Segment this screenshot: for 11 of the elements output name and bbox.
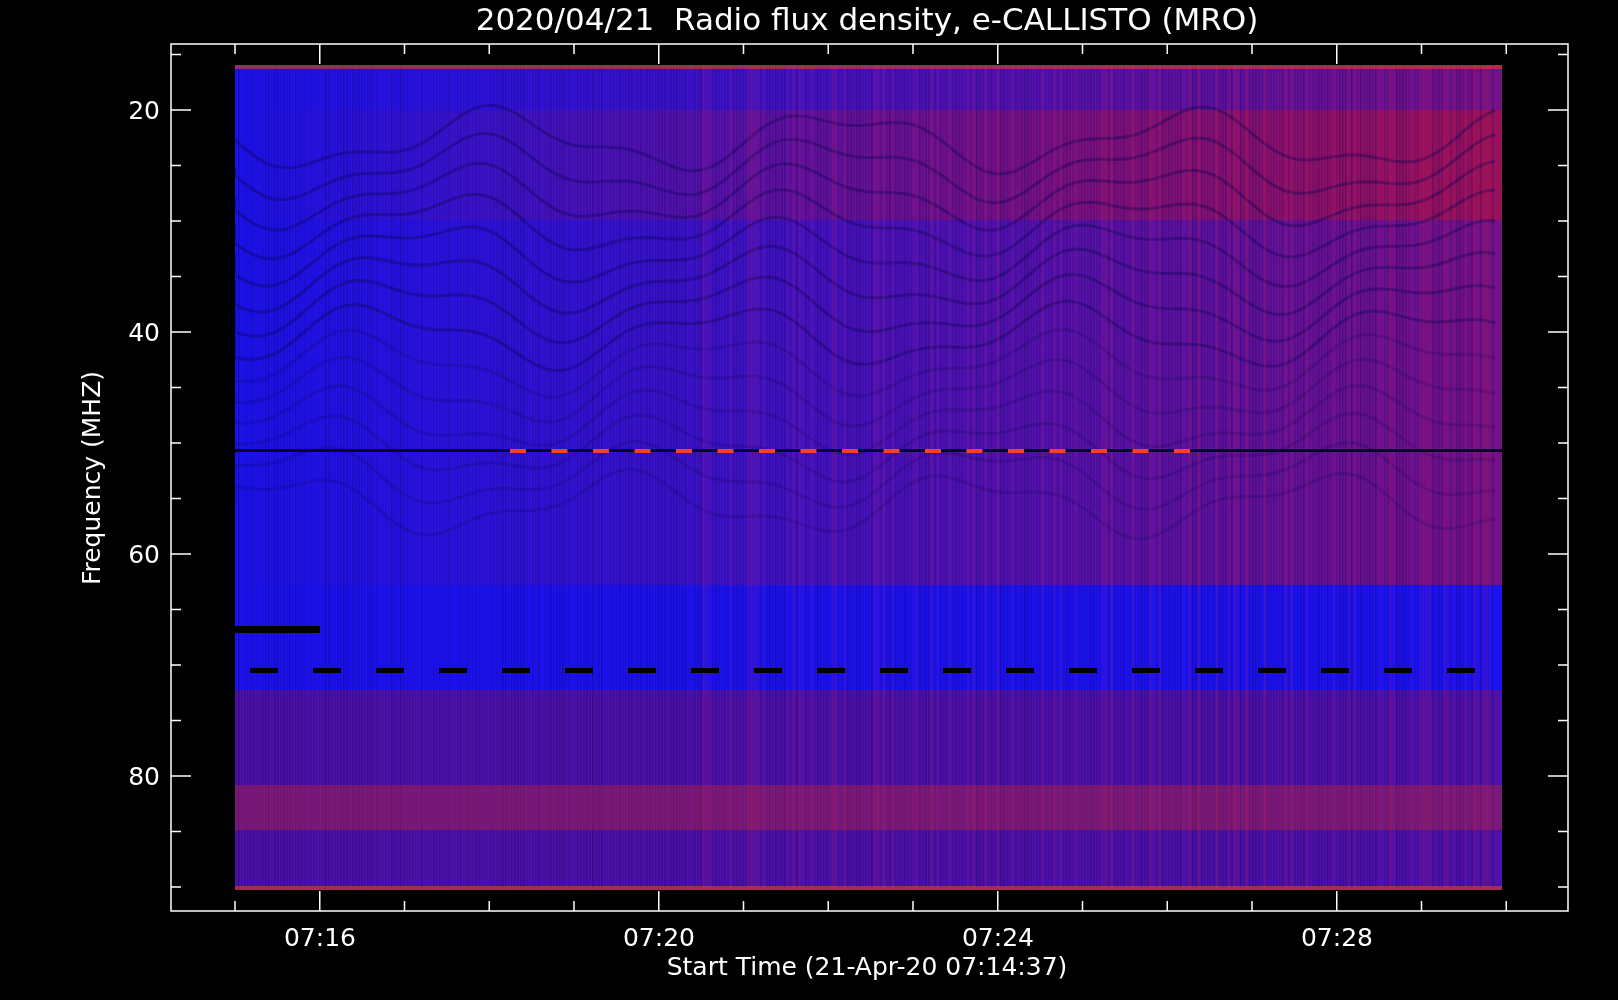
y-tick-label: 40 <box>128 318 160 347</box>
x-tick-label: 07:24 <box>962 923 1034 952</box>
chart-title: 2020/04/21 Radio flux density, e-CALLISTO (MRO) <box>475 1 1259 37</box>
x-tick-label: 07:28 <box>1301 923 1373 952</box>
x-axis-label: Start Time (21-Apr-20 07:14:37) <box>666 952 1068 981</box>
x-tick-label: 07:20 <box>623 923 695 952</box>
y-axis-label: Frequency (MHZ) <box>77 370 106 586</box>
y-tick-label: 80 <box>128 762 160 791</box>
y-tick-label: 60 <box>128 540 160 569</box>
y-tick-label: 20 <box>128 96 160 125</box>
x-tick-label: 07:16 <box>284 923 356 952</box>
